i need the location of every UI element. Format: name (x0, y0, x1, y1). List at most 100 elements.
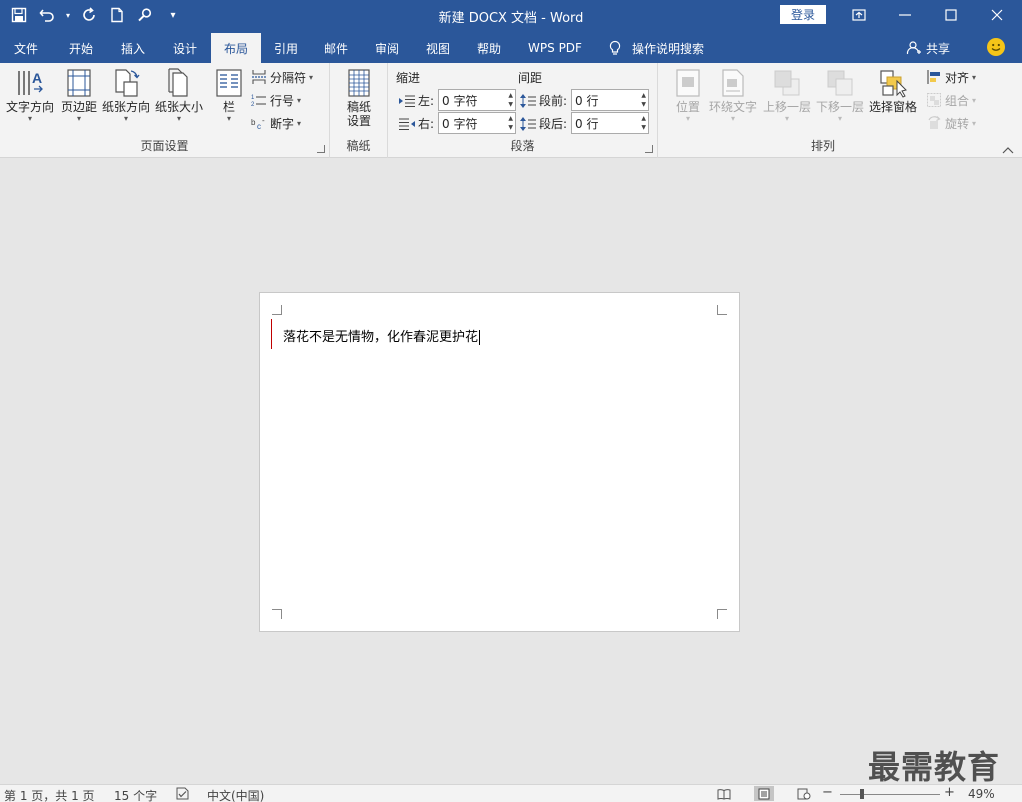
indent-right-value: 0 字符 (442, 116, 478, 131)
language-indicator[interactable]: 中文(中国) (207, 787, 264, 802)
tab-view[interactable]: 视图 (413, 33, 463, 63)
bring-forward-icon (774, 70, 800, 96)
tab-layout[interactable]: 布局 (211, 33, 261, 63)
customize-qat-icon[interactable]: ▾ (162, 4, 184, 26)
indent-right-input[interactable]: 0 字符 ▲ ▼ (438, 112, 516, 134)
spin-arrows-icon[interactable]: ▲ ▼ (508, 114, 513, 132)
tell-me-label: 操作说明搜索 (632, 41, 705, 56)
send-backward-icon (827, 70, 853, 96)
bring-forward-button[interactable]: 上移一层 ▾ (763, 67, 811, 123)
page-count[interactable]: 第 1 页，共 1 页 (4, 787, 95, 802)
group-button[interactable]: 组合 ▾ (926, 90, 976, 110)
indent-left-input[interactable]: 0 字符 ▲ ▼ (438, 89, 516, 111)
revision-bar (271, 319, 272, 349)
save-icon[interactable] (8, 4, 30, 26)
size-label: 纸张大小 (155, 100, 204, 114)
text-cursor (479, 330, 481, 345)
undo-dropdown-icon[interactable]: ▾ (64, 4, 72, 26)
redo-icon[interactable] (78, 4, 100, 26)
rotate-label: 旋转 (945, 116, 970, 131)
document-paragraph[interactable]: 落花不是无情物，化作春泥更护花 (283, 330, 478, 345)
group-paragraph: 缩进 间距 左: 0 字符 ▲ ▼ 右: 0 字符 ▲ ▼ 段前: 0 行 ▲ ▼ 段… (388, 63, 658, 158)
position-button[interactable]: 位置 ▾ (672, 67, 704, 123)
collapse-ribbon-icon[interactable] (1002, 145, 1014, 155)
svg-text:1: 1 (251, 95, 255, 101)
space-before-input[interactable]: 0 行 ▲ ▼ (571, 89, 649, 111)
chevron-down-icon: ▾ (297, 95, 302, 105)
chevron-down-icon: ▾ (731, 114, 736, 123)
size-button[interactable]: 纸张大小 ▾ (155, 67, 203, 123)
share-button[interactable]: 共享 (906, 33, 950, 63)
chevron-down-icon: ▾ (972, 95, 977, 105)
feedback-smiley-icon[interactable] (987, 38, 1005, 56)
chevron-down-icon: ▾ (309, 72, 314, 82)
new-document-icon[interactable] (106, 4, 128, 26)
zoom-in-icon[interactable]: + (944, 785, 955, 800)
login-button[interactable]: 登录 (780, 5, 826, 24)
manuscript-group-label: 稿纸 (346, 139, 371, 153)
tell-me-search[interactable]: 操作说明搜索 (608, 33, 704, 63)
search-icon[interactable] (134, 4, 156, 26)
svg-text:A: A (32, 70, 42, 86)
spin-arrows-icon[interactable]: ▲ ▼ (508, 91, 513, 109)
document-page[interactable]: 落花不是无情物，化作春泥更护花 (259, 292, 740, 632)
hyphenation-button[interactable]: bc- 断字 ▾ (251, 113, 301, 133)
position-icon (676, 69, 700, 97)
wrap-text-button[interactable]: 环绕文字 ▾ (709, 67, 757, 123)
zoom-slider[interactable] (840, 794, 940, 795)
undo-icon[interactable] (36, 4, 58, 26)
space-after-input[interactable]: 0 行 ▲ ▼ (571, 112, 649, 134)
breaks-button[interactable]: 分隔符 ▾ (251, 67, 313, 87)
chevron-down-icon: ▾ (972, 72, 977, 82)
ribbon-display-options-icon[interactable] (836, 0, 882, 30)
proofing-icon[interactable] (176, 787, 190, 800)
rotate-button[interactable]: 旋转 ▾ (926, 113, 976, 133)
columns-icon (216, 69, 242, 97)
zoom-out-icon[interactable]: − (822, 785, 833, 800)
paragraph-dialog-launcher[interactable] (645, 145, 653, 153)
line-numbers-button[interactable]: 12 行号 ▾ (251, 90, 301, 110)
zoom-slider-thumb[interactable] (859, 789, 864, 799)
status-bar: 第 1 页，共 1 页 15 个字 中文(中国) − + 49% (0, 784, 1022, 802)
columns-button[interactable]: 栏 ▾ (213, 67, 245, 123)
close-icon[interactable] (974, 0, 1020, 30)
margins-button[interactable]: 页边距 ▾ (61, 67, 97, 123)
page-setup-dialog-launcher[interactable] (317, 145, 325, 153)
group-label: 组合 (945, 93, 970, 108)
minimize-icon[interactable] (882, 0, 928, 30)
tab-mailings[interactable]: 邮件 (311, 33, 361, 63)
tab-design[interactable]: 设计 (159, 33, 211, 63)
align-button[interactable]: 对齐 ▾ (926, 67, 976, 87)
chevron-down-icon: ▾ (177, 114, 182, 123)
manuscript-icon (348, 69, 370, 97)
group-manuscript: 稿纸 设置 稿纸 (330, 63, 388, 158)
orientation-button[interactable]: 纸张方向 ▾ (102, 67, 150, 123)
tab-references[interactable]: 引用 (261, 33, 311, 63)
print-layout-icon[interactable] (754, 786, 774, 801)
read-mode-icon[interactable] (714, 786, 734, 801)
tab-review[interactable]: 审阅 (362, 33, 412, 63)
manuscript-setup-button[interactable]: 稿纸 设置 (343, 67, 375, 128)
zoom-level[interactable]: 49% (968, 787, 995, 801)
indent-left-label: 左: (398, 92, 434, 109)
document-body-text[interactable]: 落花不是无情物，化作春泥更护花 (283, 326, 481, 345)
text-direction-button[interactable]: A 文字方向 ▾ (6, 67, 54, 123)
selection-pane-button[interactable]: 选择窗格 (869, 67, 917, 114)
spin-arrows-icon[interactable]: ▲ ▼ (641, 114, 646, 132)
document-canvas[interactable]: 落花不是无情物，化作春泥更护花 (0, 158, 1022, 784)
word-count[interactable]: 15 个字 (114, 787, 157, 802)
tab-home[interactable]: 开始 (55, 33, 107, 63)
spin-arrows-icon[interactable]: ▲ ▼ (641, 91, 646, 109)
lightbulb-icon (609, 40, 621, 55)
selection-pane-label: 选择窗格 (869, 100, 918, 114)
tab-insert[interactable]: 插入 (107, 33, 159, 63)
tab-help[interactable]: 帮助 (464, 33, 514, 63)
maximize-icon[interactable] (928, 0, 974, 30)
chevron-down-icon: ▾ (972, 118, 977, 128)
send-backward-button[interactable]: 下移一层 ▾ (816, 67, 864, 123)
web-layout-icon[interactable] (794, 786, 814, 801)
ribbon: A 文字方向 ▾ 页边距 ▾ 纸张方向 ▾ 纸张大小 ▾ 栏 ▾ 分隔符 ▾ 1… (0, 63, 1022, 158)
tab-file[interactable]: 文件 (0, 33, 52, 63)
manuscript-setup-label-line1: 稿纸 (346, 100, 371, 114)
tab-wps-pdf[interactable]: WPS PDF (518, 33, 592, 63)
